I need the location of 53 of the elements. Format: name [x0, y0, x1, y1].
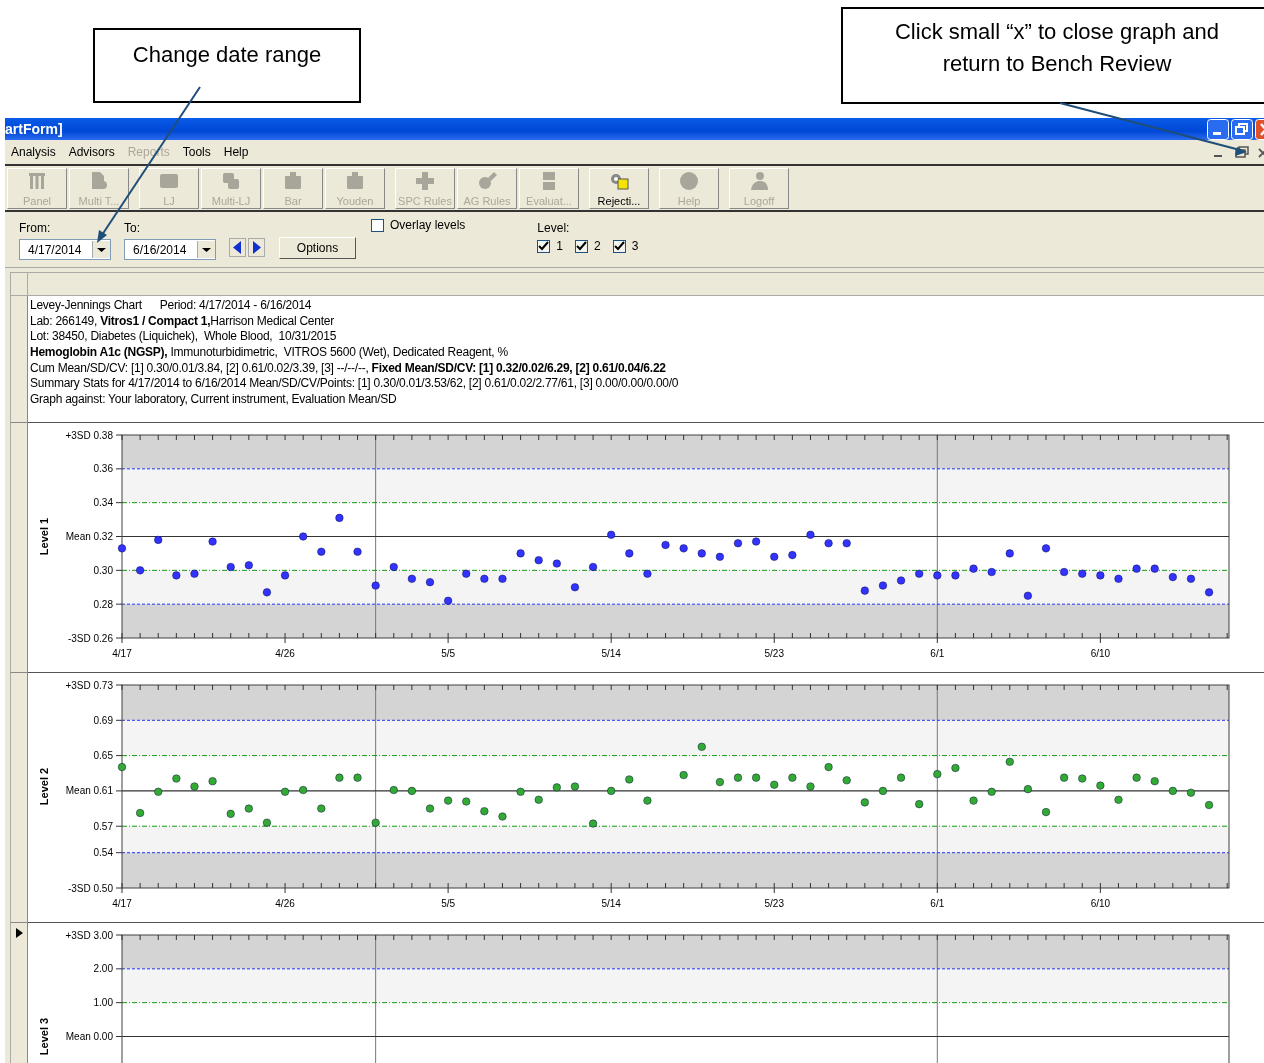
checkbox-label: 3 [631, 239, 639, 253]
axis-label: 6/1 [930, 648, 945, 659]
axis-label: 5/5 [441, 648, 456, 659]
axis-label: 5/23 [764, 648, 784, 659]
report-line: Summary Stats for 4/17/2014 to 6/16/2014 Mean/SD/CV/Points: [1] 0.30/0.01/3.53/62, [2] 0.61/0.02/2.77/61, [3] 0.00/0.00/0.00/0 [30, 376, 680, 393]
axis-label: -3SD 0.50 [67, 882, 113, 894]
field-label: From: [19, 221, 52, 235]
axis-label: Mean 0.32 [65, 531, 113, 542]
axis-label: 6/1 [930, 898, 945, 909]
axis-label: 0.65 [93, 750, 113, 762]
checkbox-label: 1 [556, 239, 564, 253]
axis-title: Level 2 [38, 767, 50, 806]
axis-label: 4/26 [275, 648, 295, 659]
axis-label: 5/14 [601, 648, 621, 659]
axis-label: 0.28 [93, 598, 113, 610]
axis-label: -3SD 0.26 [67, 632, 113, 644]
report-title: Levey-Jennings Chart [30, 298, 142, 314]
axis-label: 4/17 [112, 648, 132, 659]
checkbox-label: Overlay levels [390, 218, 466, 232]
axis-label: 5/14 [601, 898, 621, 909]
axis-label: 4/17 [112, 898, 132, 909]
axis-label: 6/10 [1090, 648, 1111, 659]
checkbox-label: 2 [594, 239, 601, 253]
axis-label: +3SD 0.38 [65, 429, 113, 441]
report-period: Period: 4/17/2014 - 6/16/2014 [159, 298, 312, 314]
axis-label: Mean 0.00 [65, 1031, 113, 1042]
axis-label: 0.69 [93, 714, 113, 726]
field-label: To: [124, 221, 141, 235]
callout-box: Change date range [93, 28, 361, 103]
axis-label: 0.34 [93, 497, 113, 509]
axis-title: Level 1 [38, 517, 50, 556]
axis-label: 5/23 [764, 898, 784, 909]
axis-label: 1.00 [93, 997, 113, 1009]
axis-label: 0.54 [93, 847, 113, 859]
axis-label: +3SD 3.00 [65, 929, 113, 941]
axis-label: 0.57 [93, 820, 113, 832]
report-line: Hemoglobin A1c (NGSP), Immunoturbidimetric, VITROS 5600 (Wet), Dedicated Reagent, % [30, 345, 509, 361]
axis-label: 0.36 [93, 463, 113, 475]
axis-label: 6/10 [1090, 898, 1111, 909]
axis-label: 5/5 [441, 898, 456, 909]
axis-label: 0.30 [93, 564, 113, 576]
report-line: Cum Mean/SD/CV: [1] 0.30/0.01/3.84, [2] 0.61/0.02/3.39, [3] --/--/--, Fixed Mean/SD/CV: [1] 0.32/0.02/6.29, [2] 0.61/0.04/6.22 [30, 360, 667, 377]
axis-title: Level 3 [38, 1017, 50, 1056]
report-line: Lab: 266149, Vitros1 / Compact 1,Harrison Medical Center [30, 313, 335, 330]
axis-label: Mean 0.61 [65, 785, 113, 797]
axis-label: 4/26 [275, 898, 295, 909]
report-line: Lot: 38450, Diabetes (Liquichek), Whole Blood, 10/31/2015 [30, 329, 338, 346]
axis-label: 2.00 [93, 963, 113, 975]
report-line: Graph against: Your laboratory, Current instrument, Evaluation Mean/SD [30, 392, 398, 408]
window-title: artForm] [5, 121, 63, 137]
callout-box: Click small “x” to close graph and return to Bench Review [841, 7, 1264, 104]
axis-label: +3SD 0.73 [65, 679, 113, 691]
field-label: Level: [537, 221, 571, 235]
